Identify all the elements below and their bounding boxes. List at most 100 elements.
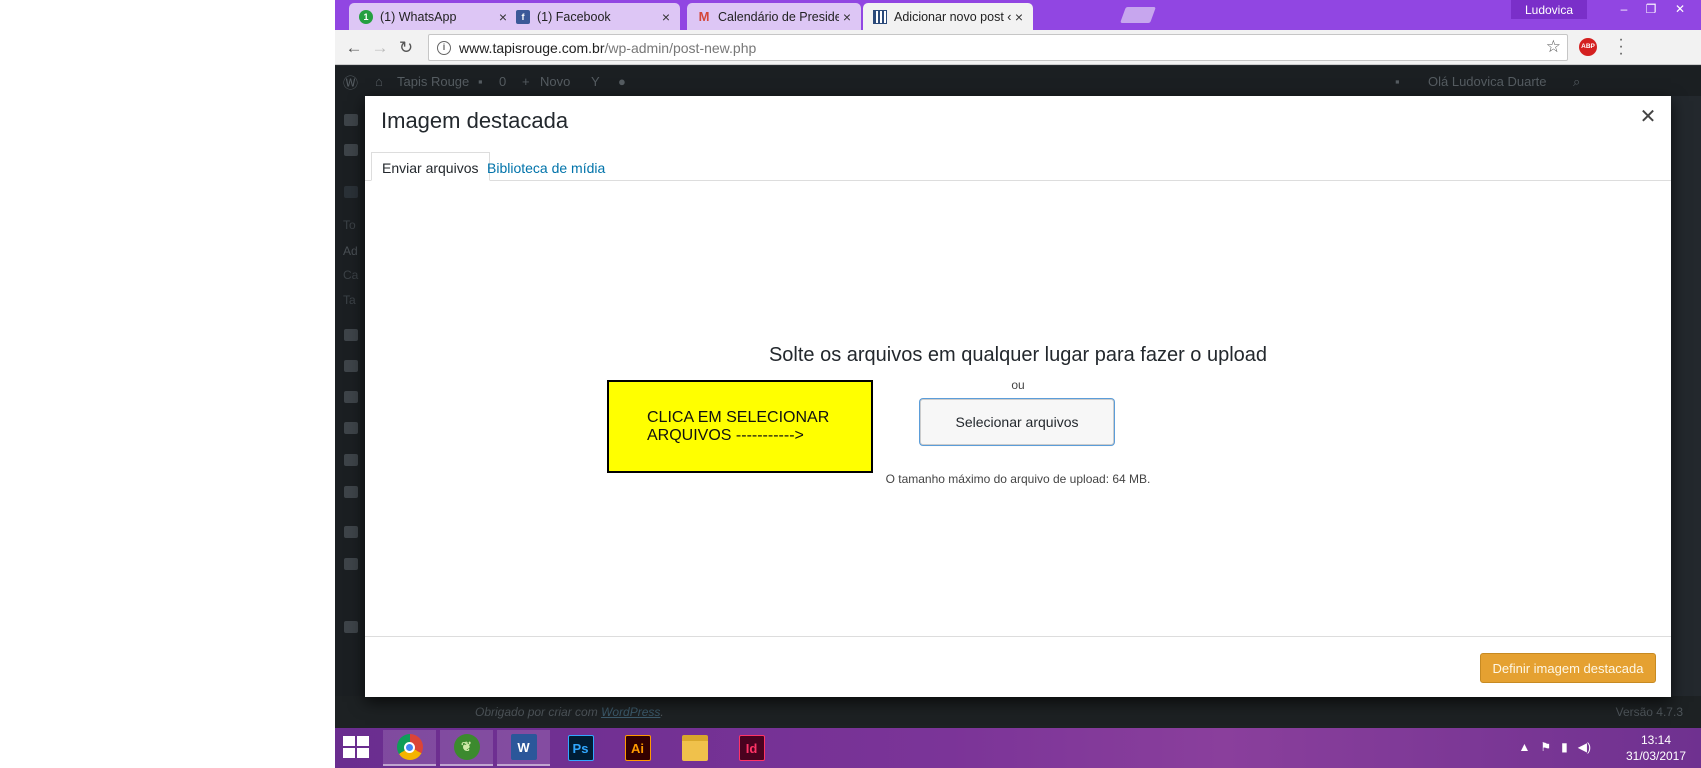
taskbar-word[interactable]: W — [497, 730, 550, 766]
back-arrow-icon[interactable]: ← — [344, 38, 364, 58]
wp-admin-sidebar: To Ad Ca Ta — [335, 96, 365, 728]
users-icon[interactable] — [344, 526, 358, 538]
max-upload-size: O tamanho máximo do arquivo de upload: 6… — [885, 472, 1151, 486]
adblock-icon[interactable]: ABP — [1579, 38, 1597, 56]
dashboard-icon[interactable] — [344, 114, 358, 126]
folder-icon — [681, 735, 708, 761]
windows-taskbar: ❦ W Ps Ai Id ▲ ⚑ ▮ ◀) 13:14 31/03/2017 — [335, 728, 1701, 768]
taskbar-corel[interactable]: ❦ — [440, 730, 493, 766]
restore-icon[interactable]: ❐ — [1638, 0, 1664, 19]
pin-icon[interactable] — [344, 186, 358, 198]
facebook-icon: f — [516, 9, 530, 24]
plus-icon: + — [522, 74, 530, 89]
windows-start-icon[interactable] — [343, 736, 371, 760]
wordpress-logo-icon[interactable]: Ⓦ — [343, 72, 358, 93]
pin-icon[interactable] — [344, 329, 358, 341]
set-featured-image-button[interactable]: Definir imagem destacada — [1480, 653, 1656, 683]
browser-toolbar: ← → ↻ i www.tapisrouge.com.br/wp-admin/p… — [335, 30, 1701, 65]
taskbar-clock[interactable]: 13:14 31/03/2017 — [1621, 732, 1691, 764]
forms-icon[interactable] — [344, 454, 358, 466]
sidebar-fragment: Ad — [343, 244, 358, 258]
profile-badge[interactable]: Ludovica — [1511, 0, 1587, 19]
tab-title: Calendário de Presidenci — [718, 9, 839, 24]
chevron-up-icon[interactable]: ▲ — [1518, 740, 1530, 754]
bookmark-star-icon[interactable]: ☆ — [1546, 37, 1561, 57]
admin-new-label[interactable]: Novo — [540, 74, 570, 89]
browser-menu-icon[interactable]: · · · — [1615, 32, 1627, 62]
tab-calendar[interactable]: M Calendário de Presidenci × — [687, 3, 861, 30]
system-tray: ▲ ⚑ ▮ ◀) — [1518, 740, 1591, 754]
annotation-line: ARQUIVOS -----------> — [647, 427, 804, 444]
tools-icon[interactable] — [344, 558, 358, 570]
clock-time: 13:14 — [1640, 733, 1672, 747]
modal-title: Imagem destacada — [381, 108, 569, 133]
url-host: www.tapisrouge.com.br — [459, 39, 605, 56]
close-tab-icon[interactable]: × — [1011, 9, 1027, 25]
comments-count[interactable]: 0 — [499, 74, 506, 89]
media-icon[interactable] — [344, 360, 358, 372]
close-tab-icon[interactable]: × — [839, 9, 855, 25]
taskbar-file-explorer[interactable] — [668, 730, 721, 766]
featured-image-modal: Imagem destacada ✕ Enviar arquivos Bibli… — [365, 96, 1671, 697]
search-icon[interactable]: ⌕ — [1573, 74, 1580, 90]
notification-icon[interactable]: ▪ — [1395, 74, 1400, 89]
wp-admin-bar: Ⓦ ⌂ Tapis Rouge ▪ 0 + Novo Y ● ▪ Olá Lud… — [335, 66, 1701, 96]
tab-title: Adicionar novo post ‹ Ta — [894, 9, 1011, 24]
info-icon[interactable]: i — [437, 40, 451, 55]
taskbar-chrome[interactable] — [383, 730, 436, 766]
admin-site-name[interactable]: Tapis Rouge — [397, 74, 469, 89]
volume-icon[interactable]: ◀) — [1578, 740, 1591, 754]
network-icon[interactable]: ▮ — [1561, 740, 1568, 754]
comments-icon[interactable] — [344, 422, 358, 434]
browser-tabstrip: 1 (1) WhatsApp × f (1) Facebook × M Cale… — [335, 0, 1701, 30]
tab-title: (1) WhatsApp — [380, 9, 457, 24]
taskbar-indesign[interactable]: Id — [725, 730, 778, 766]
annotation-line: CLICA EM SELECIONAR — [647, 409, 830, 426]
modal-tabs: Enviar arquivos Biblioteca de mídia — [365, 144, 1671, 181]
word-icon: W — [510, 734, 537, 760]
sidebar-fragment: Ca — [343, 268, 359, 282]
taskbar-illustrator[interactable]: Ai — [611, 730, 664, 766]
yoast-icon[interactable]: Y — [591, 74, 600, 89]
tab-media-library[interactable]: Biblioteca de mídia — [476, 152, 616, 181]
admin-greeting[interactable]: Olá Ludovica Duarte — [1428, 74, 1547, 89]
sidebar-fragment: To — [343, 218, 356, 232]
pages-icon[interactable] — [344, 391, 358, 403]
comment-icon[interactable]: ▪ — [478, 74, 483, 89]
close-tab-icon[interactable]: × — [658, 9, 674, 25]
new-tab-button[interactable] — [1120, 7, 1156, 23]
footer-wordpress-link[interactable]: WordPress — [601, 705, 660, 719]
tab-facebook[interactable]: f (1) Facebook × — [506, 3, 680, 30]
flag-icon[interactable]: ⚑ — [1540, 740, 1551, 754]
address-bar[interactable]: i www.tapisrouge.com.br/wp-admin/post-ne… — [428, 34, 1568, 61]
sidebar-fragment: Ta — [343, 293, 356, 307]
home-icon[interactable]: ⌂ — [375, 74, 383, 89]
footer-version: Versão 4.7.3 — [1615, 705, 1683, 719]
wp-footer: Obrigado por criar com WordPress. Versão… — [335, 696, 1701, 728]
gmail-icon: M — [698, 9, 710, 24]
reload-icon[interactable]: ↻ — [396, 38, 416, 58]
mail-icon[interactable] — [344, 486, 358, 498]
tab-new-post[interactable]: Adicionar novo post ‹ Ta × — [863, 3, 1033, 30]
drop-instructions: Solte os arquivos em qualquer lugar para… — [768, 344, 1268, 366]
annotation-callout: CLICA EM SELECIONAR ARQUIVOS -----------… — [607, 380, 873, 473]
close-icon[interactable]: ✕ — [1637, 106, 1659, 128]
tab-whatsapp[interactable]: 1 (1) WhatsApp × — [349, 3, 517, 30]
jetpack-icon[interactable] — [344, 144, 358, 156]
minimize-icon[interactable]: – — [1611, 0, 1637, 19]
clock-date: 31/03/2017 — [1625, 749, 1687, 763]
modal-toolbar: Definir imagem destacada — [365, 636, 1671, 697]
tab-upload-files[interactable]: Enviar arquivos — [371, 152, 490, 181]
url-path: /wp-admin/post-new.php — [604, 39, 757, 56]
illustrator-icon: Ai — [624, 735, 651, 761]
close-window-icon[interactable]: ✕ — [1667, 0, 1693, 19]
settings-icon[interactable] — [344, 621, 358, 633]
forward-arrow-icon[interactable]: → — [370, 38, 390, 58]
footer-thanks: Obrigado por criar com — [475, 705, 598, 719]
taskbar-photoshop[interactable]: Ps — [554, 730, 607, 766]
indesign-icon: Id — [738, 735, 765, 761]
select-files-button[interactable]: Selecionar arquivos — [920, 399, 1114, 445]
chrome-icon — [396, 734, 423, 760]
photoshop-icon: Ps — [567, 735, 594, 761]
desktop-screen: 1 (1) WhatsApp × f (1) Facebook × M Cale… — [335, 0, 1701, 768]
